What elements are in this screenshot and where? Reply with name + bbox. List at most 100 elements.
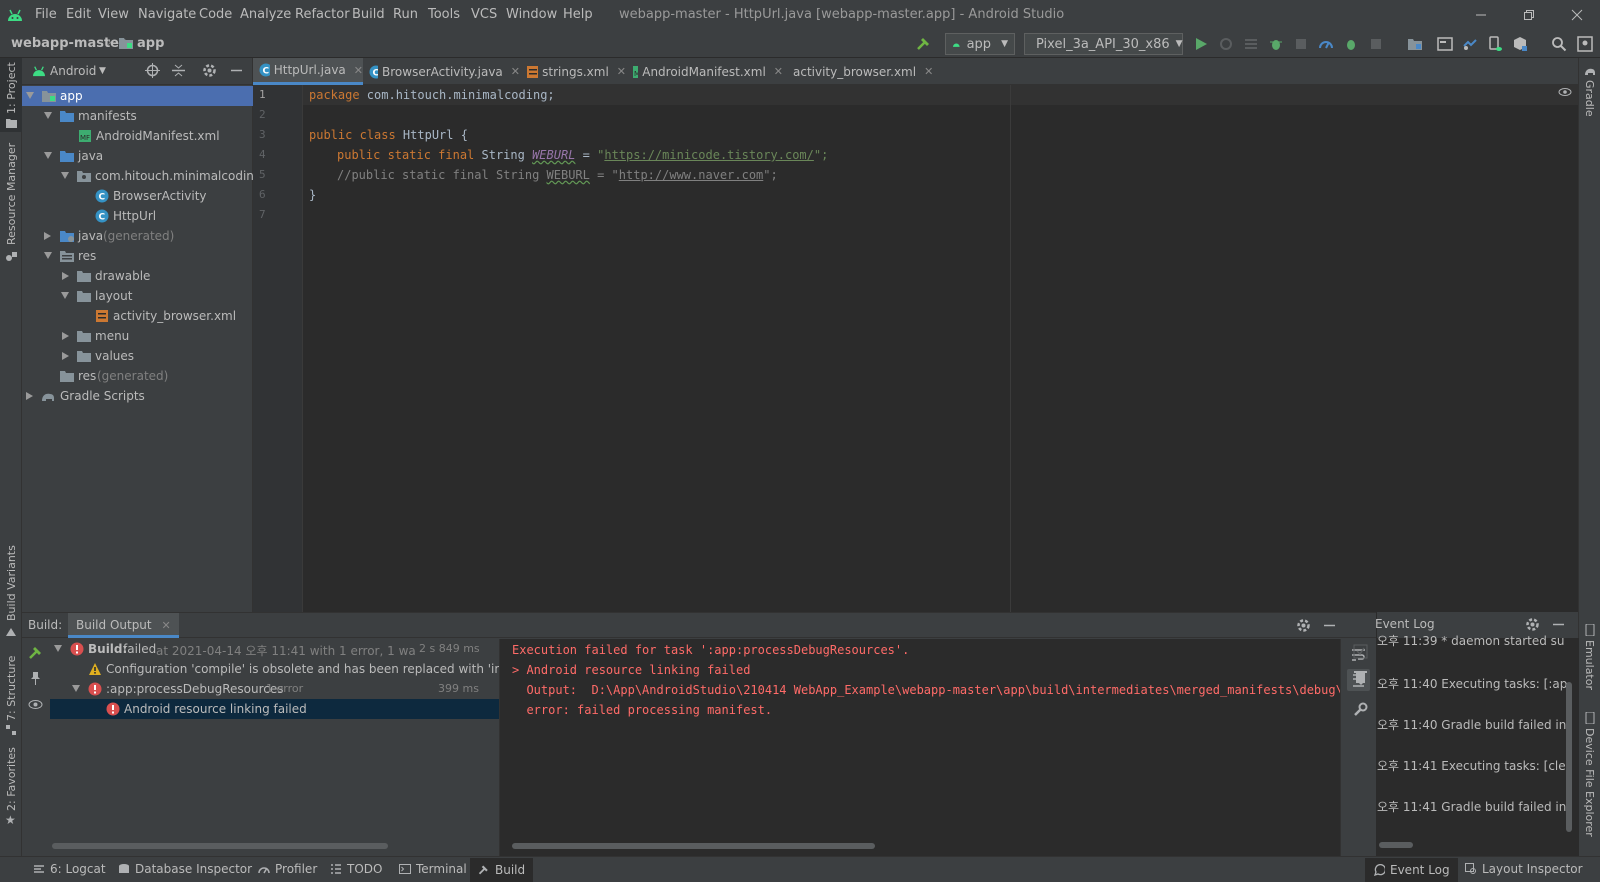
menu-navigate[interactable]: Navigate <box>138 7 196 22</box>
expand-arrow-icon[interactable] <box>72 685 80 692</box>
project-view-select[interactable]: Android <box>50 64 96 78</box>
tree-item-httpurl[interactable]: C HttpUrl <box>22 206 253 226</box>
menu-run[interactable]: Run <box>393 7 418 22</box>
avd-manager-icon[interactable] <box>1487 36 1503 52</box>
tool-tab-gradle[interactable]: Gradle <box>1583 80 1596 117</box>
tree-item-gradle-scripts[interactable]: Gradle Scripts <box>22 386 253 406</box>
tab-strings-xml[interactable]: strings.xml ✕ <box>520 58 626 85</box>
apply-code-changes-icon[interactable] <box>1243 36 1259 52</box>
collapse-arrow-icon[interactable] <box>62 332 69 340</box>
run-config-select[interactable]: app ▼ <box>945 33 1015 55</box>
device-select[interactable]: Pixel_3a_API_30_x86 ▼ <box>1024 33 1183 55</box>
tree-item-browseractivity[interactable]: C BrowserActivity <box>22 186 253 206</box>
close-window-icon[interactable] <box>1571 9 1583 21</box>
event-log-body[interactable]: 오후 11:39 * daemon started su 오후 11:40 Ex… <box>1377 634 1579 856</box>
wrench-icon[interactable] <box>1353 702 1368 717</box>
tree-item-menu[interactable]: menu <box>22 326 253 346</box>
expand-arrow-icon[interactable] <box>44 112 52 119</box>
tool-tab-build-variants[interactable]: Build Variants <box>5 545 18 621</box>
tab-browseractivity-java[interactable]: C BrowserActivity.java ✕ <box>363 58 520 85</box>
collapse-arrow-icon[interactable] <box>62 272 69 280</box>
expand-arrow-icon[interactable] <box>54 645 62 652</box>
tree-item-androidmanifest[interactable]: MF AndroidManifest.xml <box>22 126 253 146</box>
close-tab-icon[interactable]: ✕ <box>924 65 933 78</box>
tree-item-java-generated[interactable]: java (generated) <box>22 226 253 246</box>
menu-file[interactable]: File <box>35 7 57 22</box>
close-tab-icon[interactable]: ✕ <box>774 65 783 78</box>
tool-tab-device-file-explorer[interactable]: Device File Explorer <box>1583 728 1596 837</box>
horizontal-scrollbar[interactable] <box>1379 842 1413 848</box>
build-root-row[interactable]: Build: failed at 2021-04-14 오후 11:41 wit… <box>50 639 499 659</box>
trash-icon[interactable] <box>1353 669 1368 684</box>
expand-arrow-icon[interactable] <box>44 252 52 259</box>
debug-icon[interactable] <box>1268 36 1284 52</box>
project-structure-icon[interactable] <box>1407 36 1423 52</box>
tool-tab-emulator[interactable]: Emulator <box>1583 640 1596 690</box>
menu-view[interactable]: View <box>98 7 129 22</box>
breadcrumb-module[interactable]: app <box>137 36 164 51</box>
menu-code[interactable]: Code <box>199 7 232 22</box>
apply-changes-icon[interactable] <box>1218 36 1234 52</box>
minimize-panel-icon[interactable] <box>1551 617 1566 632</box>
run-icon[interactable] <box>1193 36 1209 52</box>
minimize-panel-icon[interactable] <box>229 63 244 78</box>
tree-item-values[interactable]: values <box>22 346 253 366</box>
tool-tab-layout-inspector[interactable]: Layout Inspector <box>1465 862 1583 876</box>
tree-item-java[interactable]: java <box>22 146 253 166</box>
tree-item-app[interactable]: app <box>22 86 253 106</box>
stop-icon[interactable] <box>1368 36 1384 52</box>
search-icon[interactable] <box>1551 36 1567 52</box>
collapse-arrow-icon[interactable] <box>62 352 69 360</box>
eye-icon[interactable] <box>1558 85 1572 99</box>
expand-arrow-icon[interactable] <box>61 172 69 179</box>
expand-arrow-icon[interactable] <box>61 292 69 299</box>
menu-analyze[interactable]: Analyze <box>240 7 291 22</box>
sync-gradle-icon[interactable] <box>1462 36 1478 52</box>
horizontal-scrollbar[interactable] <box>512 843 875 849</box>
tree-item-manifests[interactable]: manifests <box>22 106 253 126</box>
code-editor[interactable]: package com.hitouch.minimalcoding; publi… <box>303 85 1578 612</box>
build-error-row[interactable]: Android resource linking failed <box>50 699 499 719</box>
tool-tab-logcat[interactable]: 6: Logcat <box>33 862 106 876</box>
tab-activity-browser-xml[interactable]: activity_browser.xml ✕ <box>783 58 933 85</box>
close-tab-icon[interactable]: ✕ <box>617 65 626 78</box>
tool-tab-favorites[interactable]: 2: Favorites <box>5 747 18 811</box>
menu-tools[interactable]: Tools <box>428 7 460 22</box>
layout-editor-icon[interactable] <box>1437 36 1453 52</box>
menu-window[interactable]: Window <box>506 7 557 22</box>
minimize-panel-icon[interactable] <box>1322 618 1337 633</box>
debug-attach-icon[interactable] <box>1343 36 1359 52</box>
tree-item-package[interactable]: com.hitouch.minimalcoding <box>22 166 262 186</box>
menu-refactor[interactable]: Refactor <box>295 7 350 22</box>
tool-tab-project[interactable]: 1: Project <box>5 62 18 114</box>
eye-icon[interactable] <box>28 697 43 712</box>
tree-item-layout[interactable]: layout <box>22 286 253 306</box>
close-tab-icon[interactable]: ✕ <box>354 64 363 77</box>
collapse-arrow-icon[interactable] <box>44 232 51 240</box>
tool-tab-event-log[interactable]: Event Log <box>1365 858 1458 882</box>
build-output-console[interactable]: Execution failed for task ':app:processD… <box>499 639 1386 857</box>
menu-vcs[interactable]: VCS <box>471 7 497 22</box>
horizontal-scrollbar[interactable] <box>52 843 388 849</box>
gear-icon[interactable] <box>1525 617 1540 632</box>
collapse-all-icon[interactable] <box>171 63 186 78</box>
chevron-down-icon[interactable]: ▼ <box>99 66 106 76</box>
tab-androidmanifest-xml[interactable]: MF AndroidManifest.xml ✕ <box>626 58 783 85</box>
tool-tab-database-inspector[interactable]: Database Inspector <box>118 862 252 876</box>
profile-icon[interactable] <box>1318 36 1334 52</box>
tree-item-res[interactable]: res <box>22 246 253 266</box>
build-task-row[interactable]: :app:processDebugResources 1 error 399 m… <box>50 679 499 699</box>
tab-build-output[interactable]: Build Output ✕ <box>68 613 179 638</box>
tool-tab-todo[interactable]: TODO <box>330 862 382 876</box>
tool-tab-terminal[interactable]: Terminal <box>399 862 467 876</box>
build-warning-row[interactable]: Configuration 'compile' is obsolete and … <box>50 659 524 679</box>
close-tab-icon[interactable]: ✕ <box>161 619 170 632</box>
expand-arrow-icon[interactable] <box>26 92 34 99</box>
pin-icon[interactable] <box>28 671 43 686</box>
tool-tab-build[interactable]: Build <box>470 858 534 882</box>
tab-httpurl-java[interactable]: C HttpUrl.java ✕ <box>253 58 363 85</box>
hammer-build-icon[interactable] <box>916 36 932 52</box>
sdk-manager-icon[interactable] <box>1512 36 1528 52</box>
tool-tab-resource-manager[interactable]: Resource Manager <box>5 143 18 245</box>
tool-tab-profiler[interactable]: Profiler <box>258 862 317 876</box>
